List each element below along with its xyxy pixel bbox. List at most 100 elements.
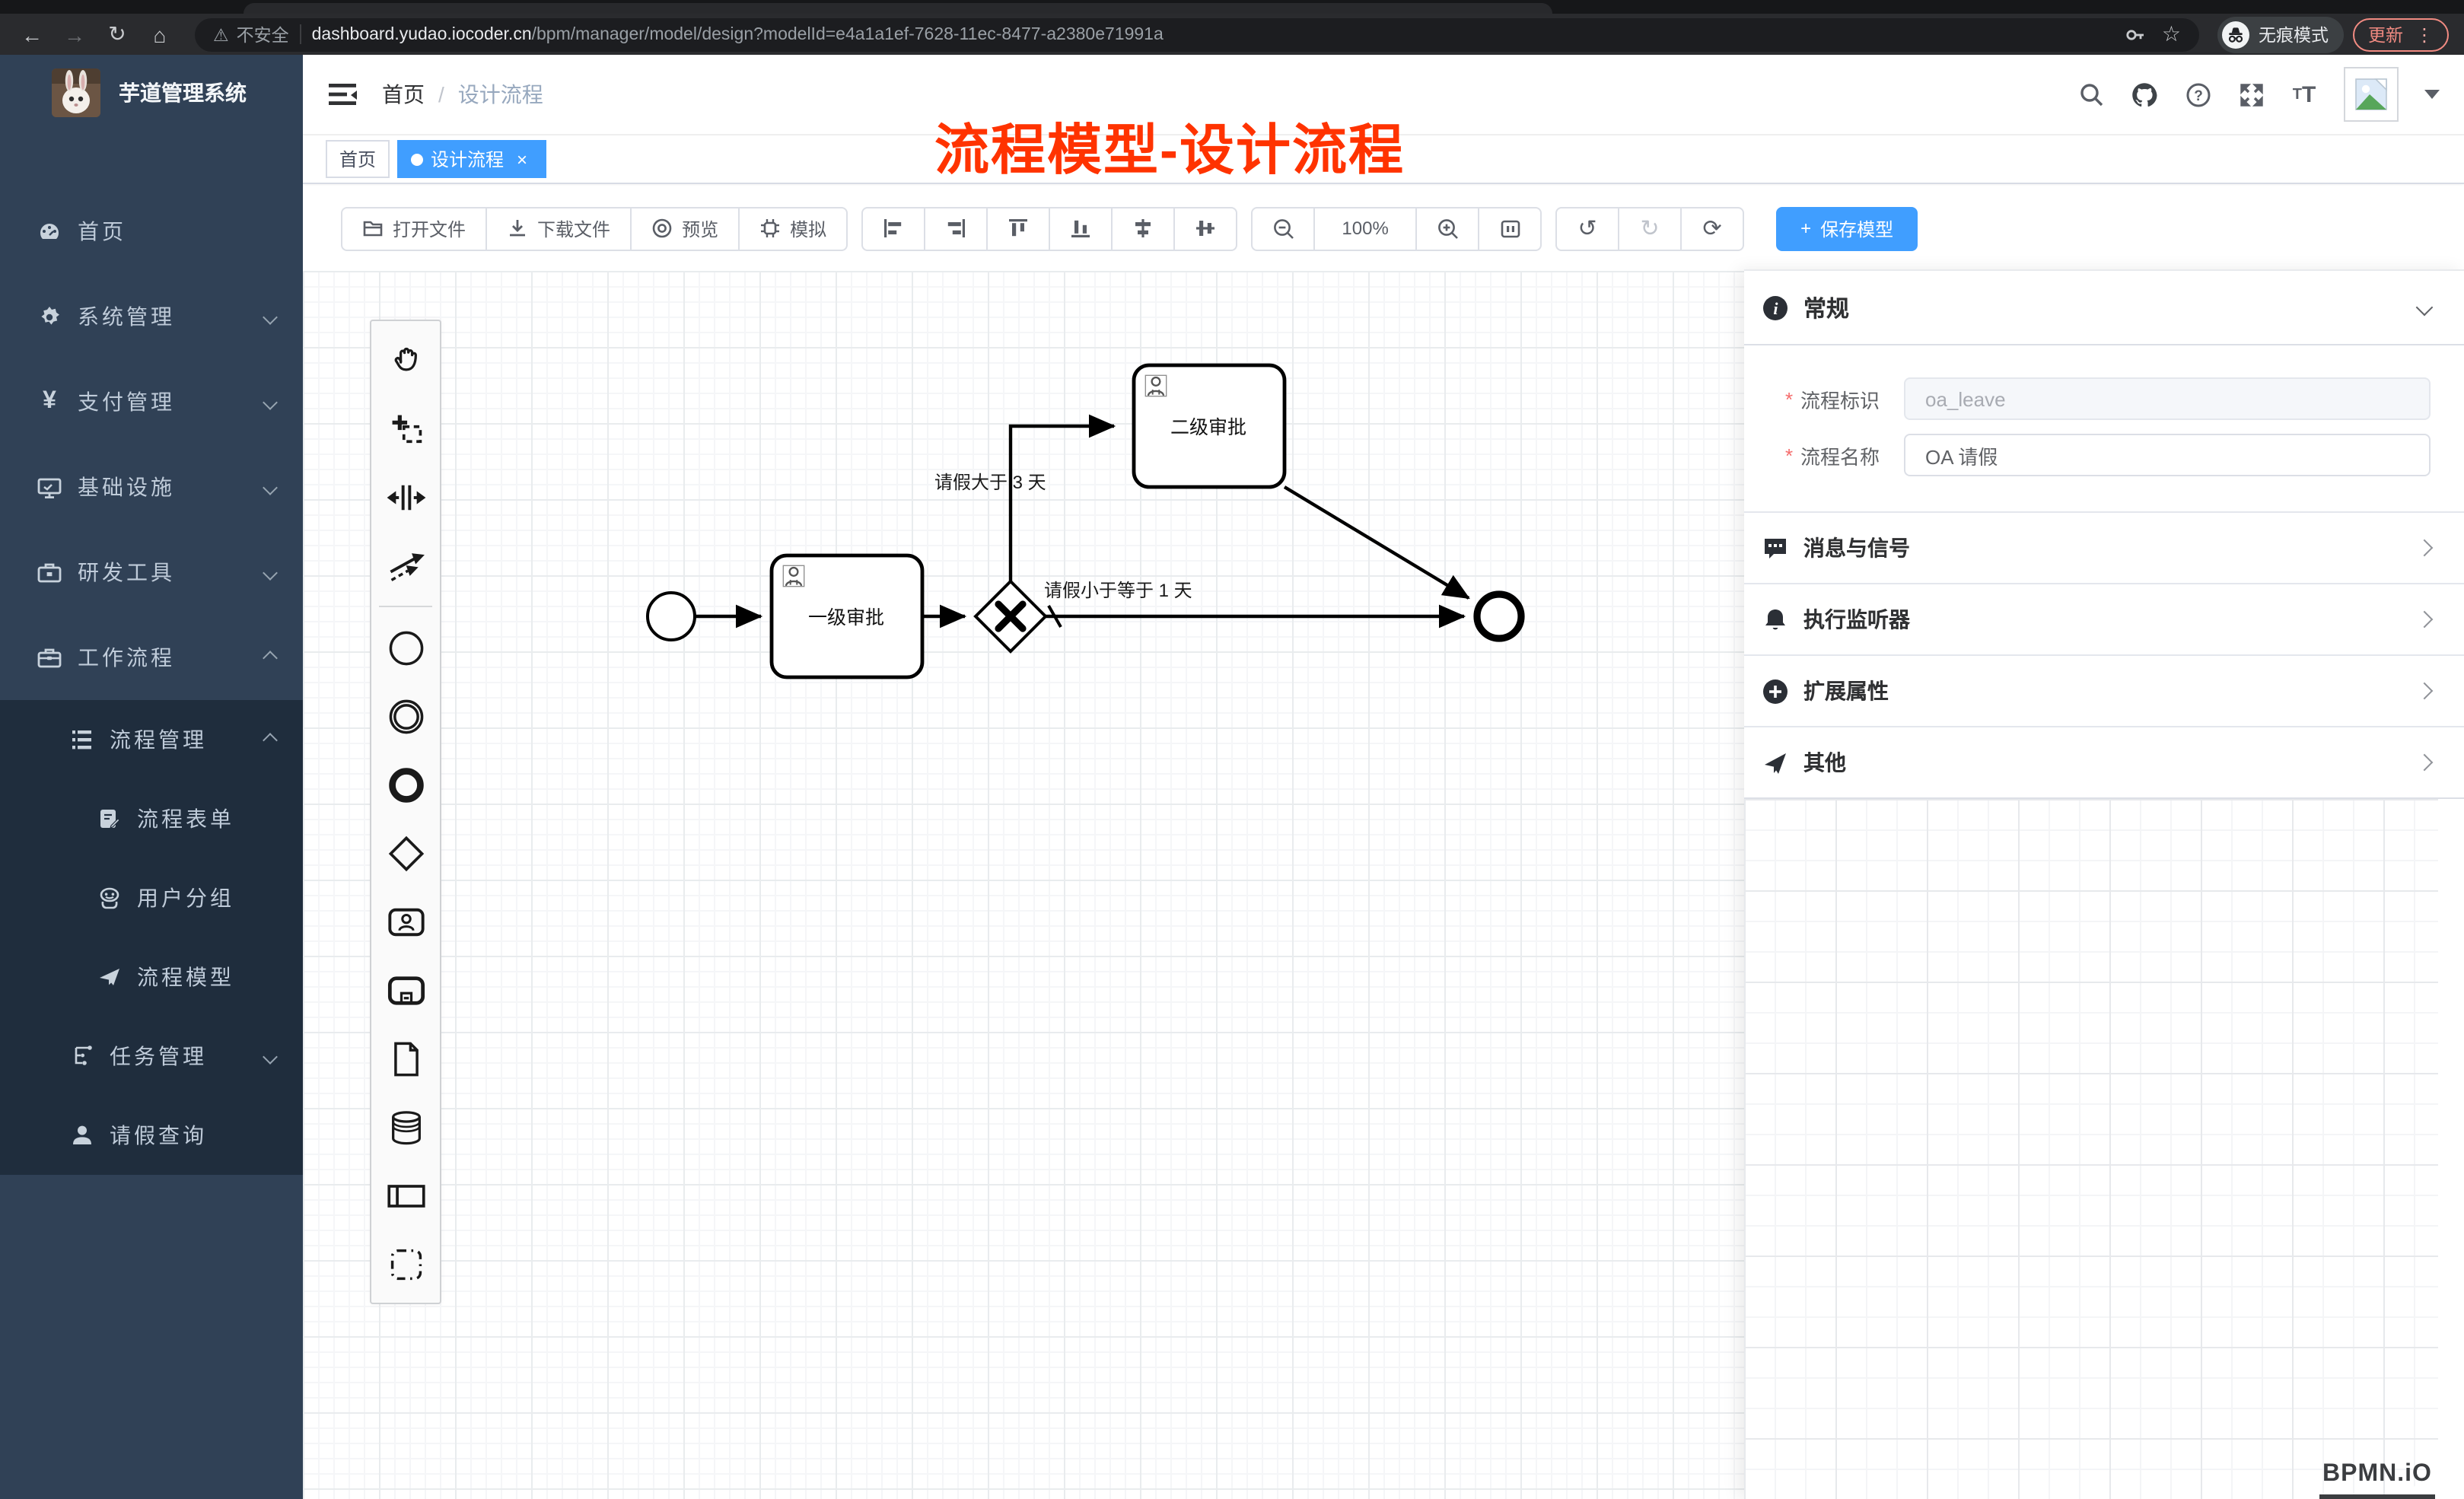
back-icon[interactable]: ← — [15, 18, 49, 51]
undo-icon[interactable]: ↺ — [1555, 206, 1619, 250]
create-gateway[interactable] — [371, 819, 440, 887]
space-tool[interactable] — [371, 463, 440, 531]
search-icon[interactable] — [2077, 81, 2105, 108]
sidebar-item-workflow[interactable]: 工作流程 — [0, 615, 303, 700]
section-other[interactable]: 其他 — [1744, 727, 2464, 799]
section-execution-listeners[interactable]: 执行监听器 — [1744, 584, 2464, 656]
section-label: 执行监听器 — [1803, 604, 1910, 635]
close-icon[interactable]: × — [511, 148, 533, 170]
help-icon[interactable]: ? — [2184, 81, 2211, 108]
create-end-event[interactable] — [371, 750, 440, 819]
process-name-row: * 流程名称 — [1744, 434, 2464, 476]
section-extension-properties[interactable]: 扩展属性 — [1744, 656, 2464, 727]
save-model-button[interactable]: + 保存模型 — [1776, 206, 1918, 250]
url-text[interactable]: dashboard.yudao.iocoder.cn/bpm/manager/m… — [312, 25, 2115, 43]
create-data-object[interactable] — [371, 1024, 440, 1093]
end-event[interactable] — [1477, 594, 1521, 638]
general-section-header[interactable]: i 常规 — [1744, 271, 2464, 345]
sidebar-item-process-form[interactable]: 流程表单 — [0, 779, 303, 858]
key-icon[interactable] — [2125, 24, 2147, 45]
bpmn-toolbar: 打开文件 下载文件 预览 模拟 — [303, 186, 2464, 271]
create-call-activity[interactable] — [371, 956, 440, 1024]
create-group[interactable] — [371, 1230, 440, 1298]
process-key-input[interactable] — [1904, 377, 2431, 420]
panel-grid-background — [1744, 799, 2438, 1499]
bpmn-io-watermark[interactable]: BPMN.iO — [2319, 1461, 2435, 1499]
hand-tool[interactable] — [371, 326, 440, 394]
zoom-in-icon[interactable] — [1415, 206, 1479, 250]
address-bar[interactable]: ⚠ 不安全 dashboard.yudao.iocoder.cn/bpm/man… — [195, 18, 2199, 51]
sidebar-item-leave-query[interactable]: 请假查询 — [0, 1096, 303, 1175]
sidebar-item-process-management[interactable]: 流程管理 — [0, 700, 303, 779]
caret-down-icon[interactable] — [2424, 90, 2440, 99]
font-size-icon[interactable]: TT — [2291, 81, 2318, 108]
create-start-event[interactable] — [371, 613, 440, 682]
preview-button[interactable]: 预览 — [630, 206, 740, 250]
zoom-level-button[interactable]: 100% — [1313, 206, 1417, 250]
sidebar-item-user-groups[interactable]: 用户分组 — [0, 858, 303, 937]
zoom-out-icon[interactable] — [1251, 206, 1315, 250]
bookmark-star-icon[interactable]: ☆ — [2162, 21, 2181, 47]
sidebar-item-payment[interactable]: ¥ 支付管理 — [0, 359, 303, 444]
incognito-icon — [2222, 21, 2249, 48]
sidebar-item-home[interactable]: 首页 — [0, 189, 303, 274]
lasso-tool[interactable] — [371, 394, 440, 463]
sidebar-collapse-icon[interactable] — [327, 79, 358, 110]
align-center-horizontal-icon[interactable] — [1111, 206, 1175, 250]
process-name-label: 流程名称 — [1800, 441, 1904, 469]
sidebar-item-devtools[interactable]: 研发工具 — [0, 530, 303, 615]
sidebar-item-system[interactable]: 系统管理 — [0, 274, 303, 359]
sidebar-item-process-model[interactable]: 流程模型 — [0, 937, 303, 1017]
create-data-store[interactable] — [371, 1093, 440, 1161]
user-task-icon — [783, 565, 804, 586]
global-connect-tool[interactable] — [371, 531, 440, 600]
start-event[interactable] — [648, 593, 695, 640]
toolbox-icon — [37, 559, 62, 585]
avatar[interactable] — [2344, 67, 2399, 122]
sidebar-item-infra[interactable]: 基础设施 — [0, 444, 303, 530]
chevron-down-icon[interactable] — [2416, 299, 2434, 317]
forward-icon[interactable]: → — [58, 18, 91, 51]
breadcrumb-home[interactable]: 首页 — [382, 79, 425, 110]
zoom-button-group: 100% — [1251, 206, 1542, 250]
simulate-button[interactable]: 模拟 — [738, 206, 848, 250]
github-icon[interactable] — [2131, 81, 2158, 108]
reload-icon[interactable]: ↻ — [100, 18, 134, 51]
create-user-task[interactable] — [371, 887, 440, 956]
open-file-button[interactable]: 打开文件 — [341, 206, 487, 250]
align-right-icon[interactable] — [924, 206, 988, 250]
active-browser-tab[interactable] — [244, 3, 1552, 14]
align-top-icon[interactable] — [986, 206, 1050, 250]
create-participant[interactable] — [371, 1161, 440, 1230]
chevron-right-icon — [2416, 611, 2434, 629]
send-icon — [1762, 750, 1788, 775]
security-warning[interactable]: ⚠ 不安全 — [213, 22, 289, 46]
url-path: /bpm/manager/model/design?modelId=e4a1a1… — [532, 25, 1164, 43]
app-logo-row[interactable]: 芋道管理系统 — [0, 55, 303, 131]
redo-icon[interactable]: ↻ — [1618, 206, 1682, 250]
download-file-button[interactable]: 下载文件 — [485, 206, 632, 250]
open-file-label: 打开文件 — [393, 215, 466, 241]
flow-gateway-to-task2[interactable] — [1011, 426, 1114, 581]
edge-label-gt3[interactable]: 请假大于 3 天 — [934, 469, 1046, 495]
fullscreen-icon[interactable] — [2237, 81, 2265, 108]
tab-home[interactable]: 首页 — [326, 140, 390, 178]
section-messages-signals[interactable]: 消息与信号 — [1744, 513, 2464, 584]
reset-viewport-icon[interactable] — [1478, 206, 1542, 250]
task1-label: 一级审批 — [808, 607, 884, 629]
align-center-vertical-icon[interactable] — [1173, 206, 1237, 250]
process-name-input[interactable] — [1904, 434, 2431, 476]
browser-menu-icon[interactable]: ⋮ — [2415, 24, 2434, 45]
chevron-down-icon — [263, 394, 278, 409]
edge-label-le1[interactable]: 请假小于等于 1 天 — [1044, 577, 1192, 603]
home-icon[interactable]: ⌂ — [143, 18, 177, 51]
sidebar-item-task-management[interactable]: 任务管理 — [0, 1017, 303, 1096]
refresh-icon[interactable]: ⟳ — [1680, 206, 1744, 250]
flow-task2-to-end[interactable] — [1285, 487, 1469, 598]
browser-update-button[interactable]: 更新 ⋮ — [2353, 18, 2449, 51]
align-left-icon[interactable] — [861, 206, 925, 250]
create-intermediate-event[interactable] — [371, 682, 440, 750]
app-title: 芋道管理系统 — [119, 78, 247, 108]
tab-design-process[interactable]: 设计流程 × — [397, 140, 546, 178]
align-bottom-icon[interactable] — [1049, 206, 1113, 250]
